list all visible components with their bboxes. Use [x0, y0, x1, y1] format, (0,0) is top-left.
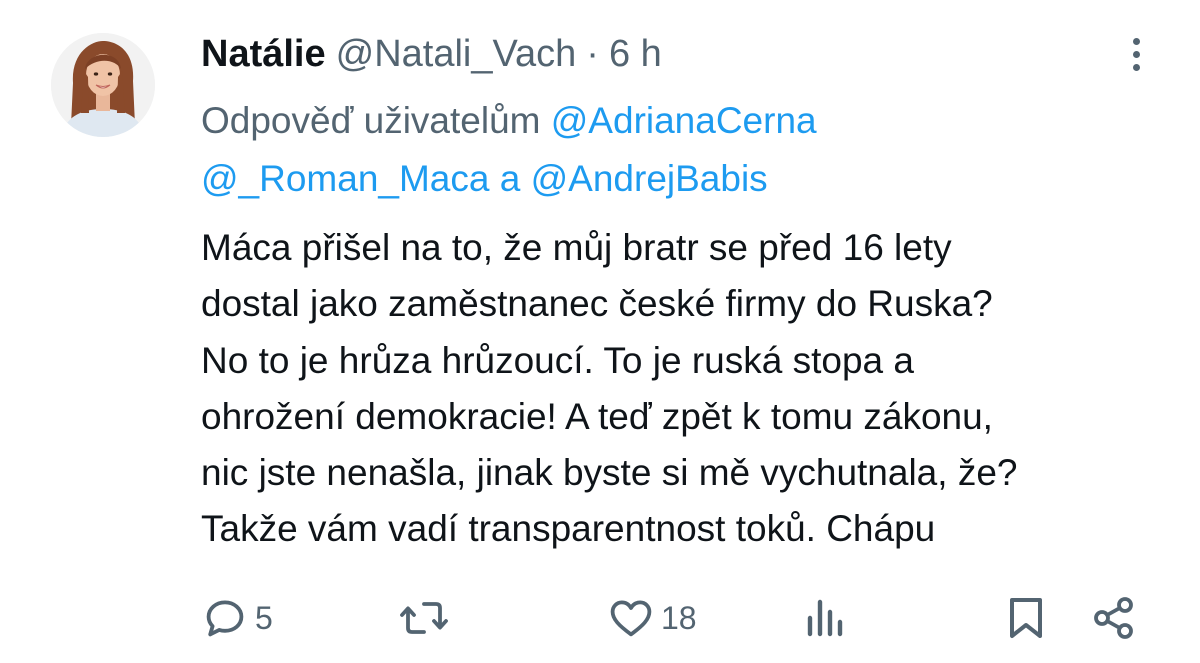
replying-conjunction: a — [499, 158, 521, 199]
reply-button[interactable]: 5 — [201, 590, 273, 646]
tweet: Natálie @Natali_Vach · 6 h Odpověď uživa… — [0, 0, 1200, 663]
views-button[interactable] — [802, 590, 846, 646]
more-icon — [1132, 37, 1140, 45]
tweet-header: Natálie @Natali_Vach · 6 h — [201, 28, 662, 80]
replying-prefix: Odpověď uživatelům — [201, 100, 541, 141]
reply-count: 5 — [255, 599, 273, 636]
header-separator: · — [586, 32, 599, 75]
tweet-text-line: dostal jako zaměstnanec české firmy do R… — [201, 283, 993, 325]
display-name[interactable]: Natálie — [201, 33, 326, 76]
bookmark-icon — [1010, 598, 1042, 638]
tweet-text: Máca přišel na to, že můj bratr se před … — [201, 220, 1181, 558]
mention-adrianacerna[interactable]: @AdrianaCerna — [551, 100, 817, 141]
avatar-image — [51, 33, 155, 137]
share-button[interactable] — [1090, 590, 1138, 646]
action-bar: 5 18 — [0, 590, 1200, 646]
timestamp[interactable]: 6 h — [609, 33, 662, 76]
replying-to: Odpověď uživatelům @AdrianaCerna @_Roman… — [201, 92, 1161, 208]
retweet-icon — [400, 602, 448, 634]
more-icon-dot — [1132, 63, 1140, 71]
avatar[interactable] — [51, 33, 155, 137]
views-icon — [807, 599, 843, 637]
retweet-button[interactable] — [398, 590, 456, 646]
more-icon-dot — [1132, 50, 1140, 58]
bookmark-button[interactable] — [1004, 590, 1048, 646]
tweet-text-line: Máca přišel na to, že můj bratr se před … — [201, 227, 952, 268]
tweet-text-line: nic jste nenašla, jinak byste si mě vych… — [201, 452, 1018, 494]
like-count: 18 — [661, 599, 697, 636]
mention-andrejbabis[interactable]: @AndrejBabis — [531, 158, 768, 199]
share-icon — [1094, 597, 1133, 639]
like-button[interactable]: 18 — [607, 590, 697, 646]
tweet-text-line: Takže vám vadí transparentnost toků. Chá… — [201, 508, 936, 550]
reply-icon — [206, 600, 244, 637]
user-handle[interactable]: @Natali_Vach — [336, 33, 577, 76]
tweet-text-line: No to je hrůza hrůzoucí. To je ruská sto… — [201, 339, 914, 381]
more-options-button[interactable] — [1118, 32, 1154, 76]
tweet-text-line: ohrožení demokracie! A teď zpět k tomu z… — [201, 395, 993, 437]
mention-roman-maca[interactable]: @_Roman_Maca — [201, 158, 489, 199]
heart-icon — [610, 600, 652, 637]
